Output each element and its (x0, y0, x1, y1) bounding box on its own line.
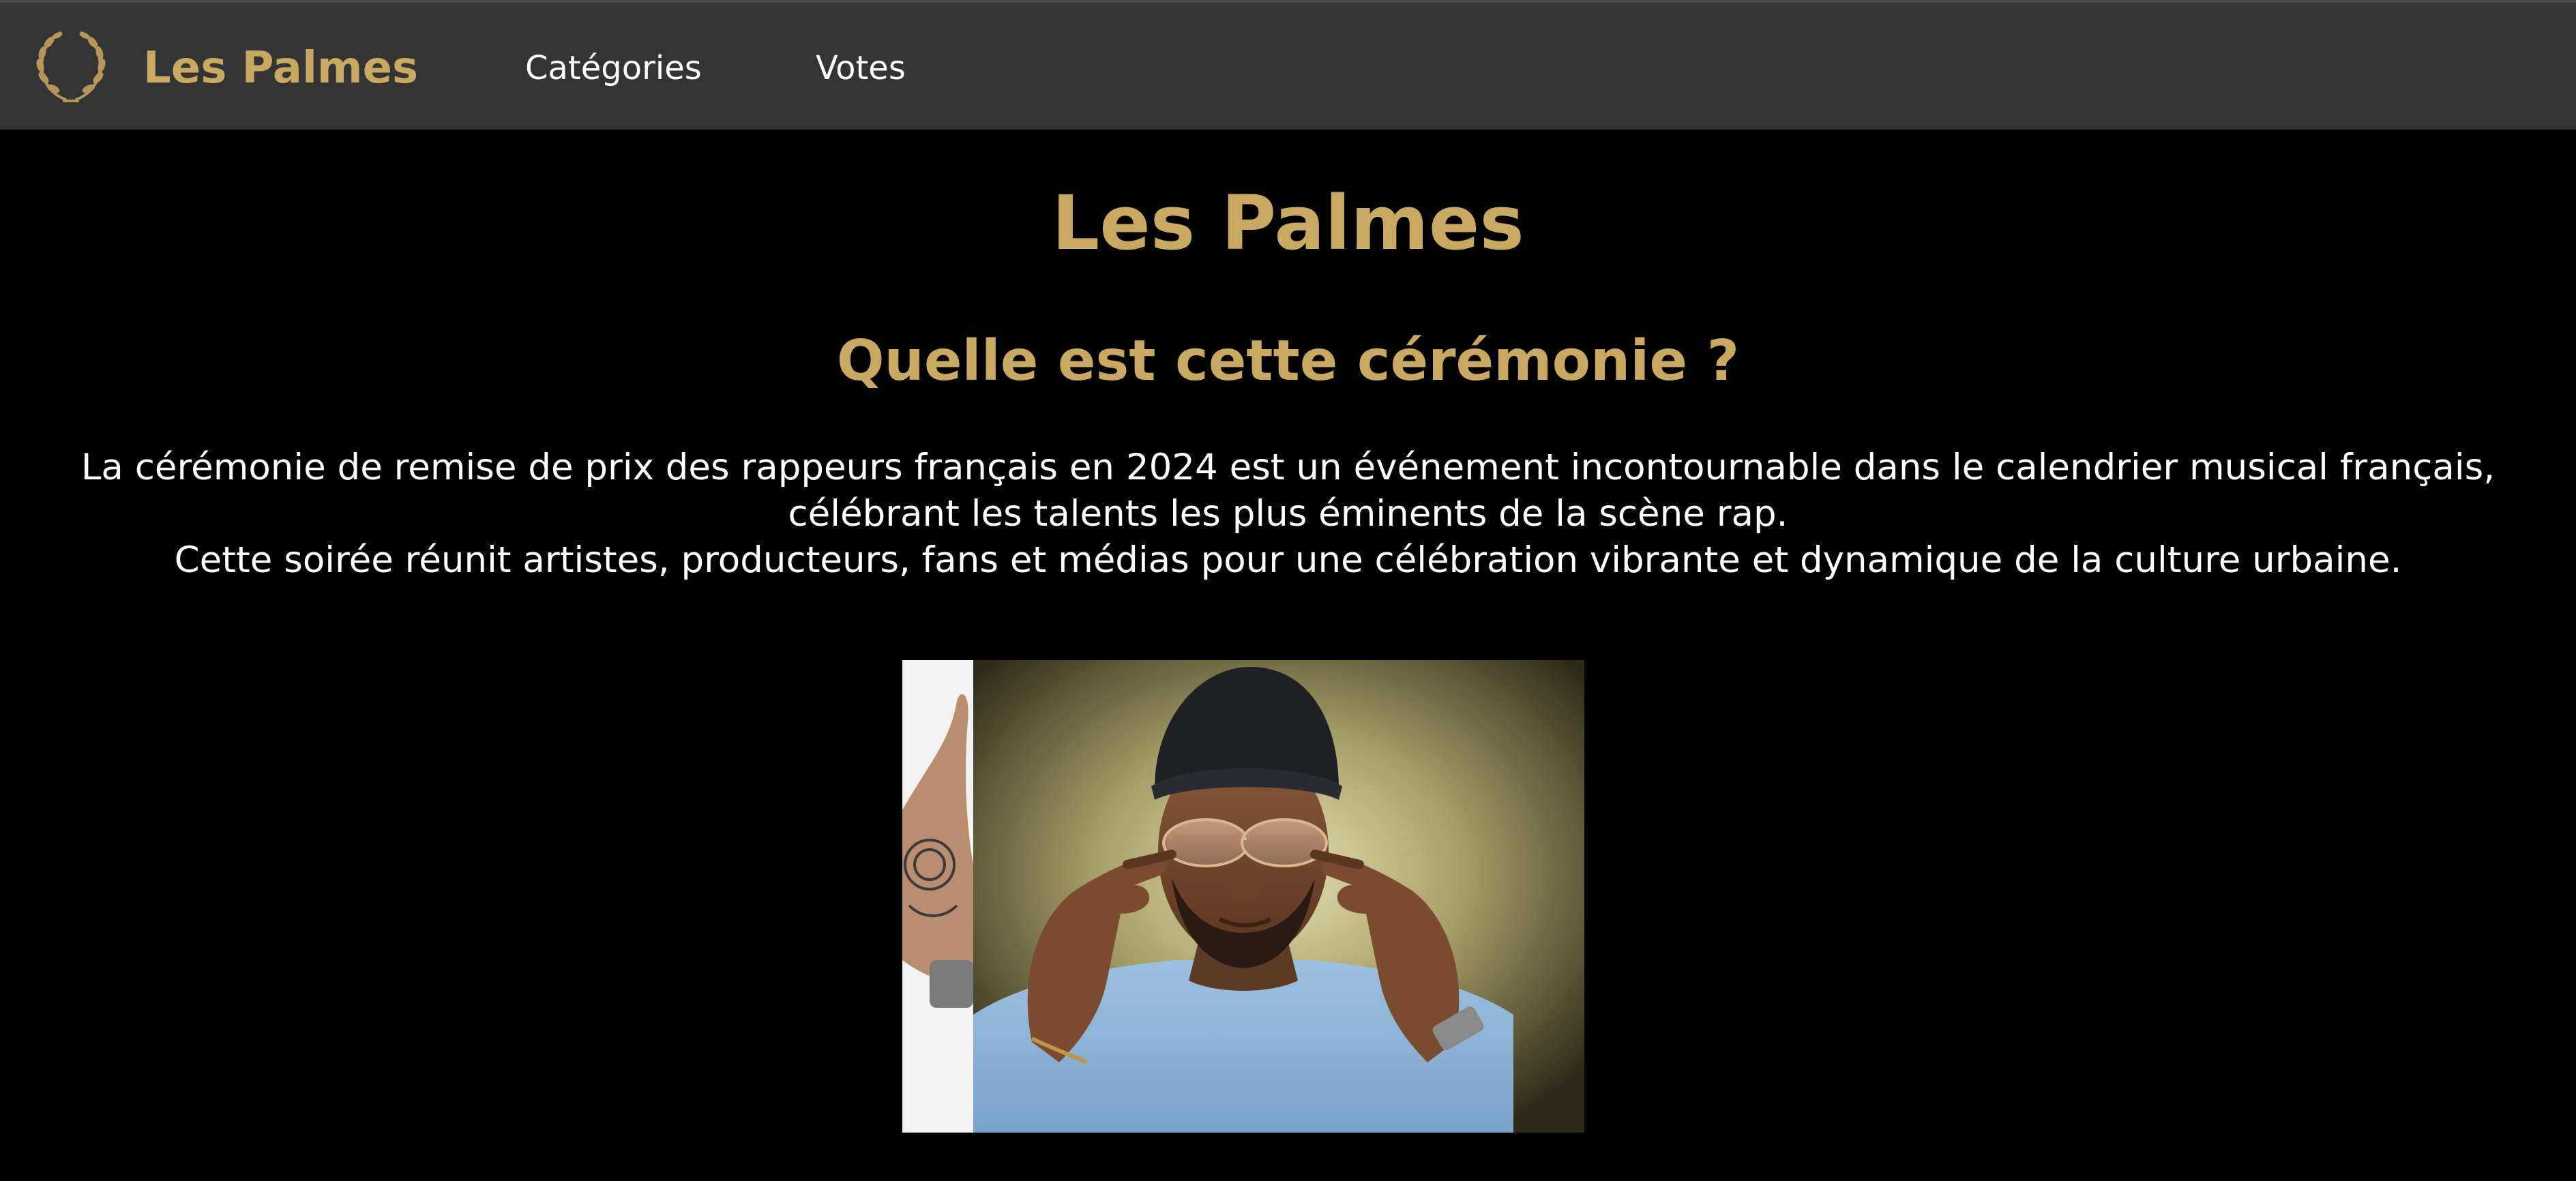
brand-link[interactable]: Les Palmes (143, 41, 418, 95)
rapper-portrait-photo (902, 660, 1584, 1133)
intro-paragraph-2: Cette soirée réunit artistes, producteur… (174, 539, 2402, 581)
top-navbar: Les Palmes Catégories Votes (0, 0, 2576, 130)
intro-paragraph-1: La cérémonie de remise de prix des rappe… (80, 447, 2496, 535)
intro-text: La cérémonie de remise de prix des rappe… (41, 445, 2535, 584)
photo-carousel[interactable] (902, 660, 1584, 1133)
laurel-wreath-icon[interactable] (30, 26, 112, 108)
section-title: Quelle est cette cérémonie ? (836, 329, 1740, 393)
nav-link-votes[interactable]: Votes (816, 46, 906, 90)
nav-link-categories[interactable]: Catégories (525, 46, 702, 90)
page-title: Les Palmes (1052, 179, 1524, 267)
